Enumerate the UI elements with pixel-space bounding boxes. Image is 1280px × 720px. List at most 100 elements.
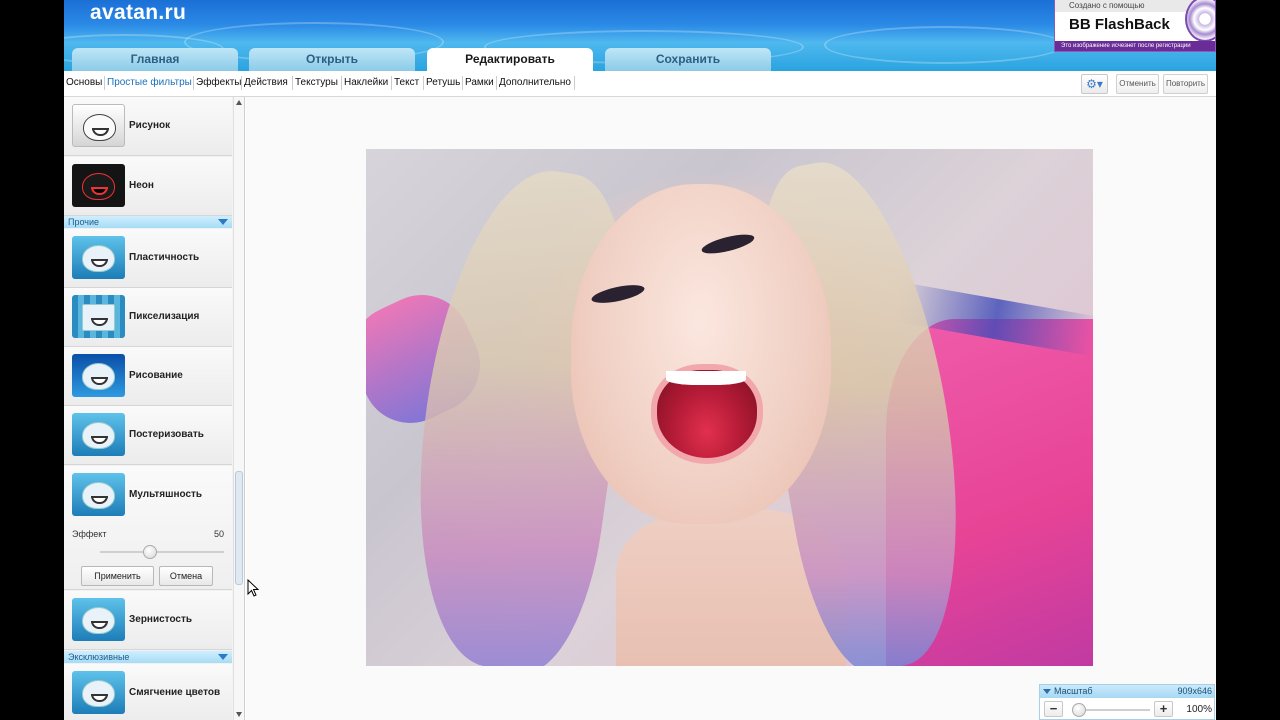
zoom-in-button[interactable]: + — [1154, 701, 1173, 717]
subtab-more[interactable]: Дополнительно — [499, 77, 571, 88]
filter-thumbnail — [72, 671, 125, 714]
shark-icon — [82, 363, 115, 390]
collapse-arrow-icon[interactable] — [1043, 689, 1051, 694]
filter-label: Пикселизация — [129, 311, 200, 322]
filter-label: Неон — [129, 180, 154, 191]
filter-label: Пластичность — [129, 252, 200, 263]
section-label: Эксклюзивные — [68, 652, 130, 662]
redo-button[interactable]: Повторить — [1163, 74, 1208, 94]
tab-save[interactable]: Сохранить — [605, 48, 771, 71]
tab-open[interactable]: Открыть — [249, 48, 415, 71]
divider — [104, 76, 105, 90]
filter-thumbnail — [72, 295, 125, 338]
shark-icon — [83, 114, 116, 141]
image-dimensions: 909x646 — [1177, 686, 1212, 696]
filters-sidebar: Рисунок Неон Прочие Пластичность Пиксели… — [64, 97, 245, 720]
sidebar-scrollbar[interactable] — [233, 97, 244, 720]
scroll-up-arrow-icon[interactable] — [236, 100, 242, 105]
filter-label: Смягчение цветов — [129, 687, 221, 698]
divider — [241, 76, 242, 90]
subtab-simple-filters[interactable]: Простые фильтры — [107, 77, 192, 88]
filter-thumbnail — [72, 354, 125, 397]
subtab-stickers[interactable]: Наклейки — [344, 77, 388, 88]
filter-item-plasticity[interactable]: Пластичность — [64, 229, 232, 288]
filter-label[interactable]: Мультяшность — [129, 489, 202, 500]
sub-toolbar: Основы Простые фильтры Эффекты Действия … — [64, 71, 1216, 97]
shark-icon — [82, 245, 115, 272]
filter-label: Рисование — [129, 370, 183, 381]
shark-icon — [82, 173, 115, 200]
effect-slider[interactable] — [100, 545, 224, 559]
shark-icon — [82, 304, 115, 331]
filter-thumbnail — [72, 104, 125, 147]
apply-button[interactable]: Применить — [81, 566, 154, 586]
tab-edit[interactable]: Редактировать — [427, 48, 593, 71]
subtab-frames[interactable]: Рамки — [465, 77, 494, 88]
filter-label: Рисунок — [129, 120, 171, 131]
zoom-slider-knob[interactable] — [1072, 703, 1086, 717]
scroll-down-arrow-icon[interactable] — [236, 712, 242, 717]
divider — [574, 76, 575, 90]
watermark-product-name: BB FlashBack — [1069, 16, 1170, 33]
gear-icon: ⚙▾ — [1086, 77, 1103, 91]
tab-home[interactable]: Главная — [72, 48, 238, 71]
collapse-arrow-icon — [218, 219, 228, 225]
divider — [341, 76, 342, 90]
divider — [193, 76, 194, 90]
subtab-effects[interactable]: Эффекты — [196, 77, 241, 88]
avatan-app: avatan.ru Главная Открыть Редактировать … — [64, 0, 1216, 720]
watermark-disc-icon — [1185, 0, 1215, 42]
section-label: Прочие — [68, 217, 100, 227]
shark-icon — [82, 422, 115, 449]
filter-thumbnail — [72, 236, 125, 279]
subtab-textures[interactable]: Текстуры — [295, 77, 338, 88]
zoom-percent: 100% — [1186, 704, 1212, 715]
subtab-retouch[interactable]: Ретушь — [426, 77, 460, 88]
collapse-arrow-icon — [218, 654, 228, 660]
filter-item-painting[interactable]: Рисование — [64, 347, 232, 406]
editor-canvas — [246, 97, 1216, 720]
scrollbar-thumb[interactable] — [235, 471, 243, 585]
filter-thumbnail — [72, 473, 125, 516]
divider — [462, 76, 463, 90]
filter-item-pixelate[interactable]: Пикселизация — [64, 288, 232, 347]
site-logo[interactable]: avatan.ru — [90, 1, 186, 25]
divider — [292, 76, 293, 90]
section-header-exclusive[interactable]: Эксклюзивные — [64, 651, 232, 663]
filter-item-cartoon-expanded: Мультяшность Эффект 50 Применить Отмена — [64, 466, 232, 590]
divider — [391, 76, 392, 90]
section-header-other[interactable]: Прочие — [64, 216, 232, 228]
effect-slider-knob[interactable] — [143, 545, 157, 559]
zoom-title: Масштаб — [1054, 686, 1093, 696]
water-ripple — [824, 26, 1064, 64]
filter-label: Зернистость — [129, 614, 193, 625]
effect-label: Эффект — [72, 529, 107, 539]
filter-thumbnail — [72, 598, 125, 641]
divider — [496, 76, 497, 90]
zoom-panel: Масштаб 909x646 − + 100% — [1039, 684, 1215, 720]
cancel-button[interactable]: Отмена — [159, 566, 213, 586]
filter-item-neon[interactable]: Неон — [64, 157, 232, 216]
filter-item-soften-colors[interactable]: Смягчение цветов — [64, 664, 232, 720]
filter-item-drawing[interactable]: Рисунок — [64, 97, 232, 156]
zoom-out-button[interactable]: − — [1044, 701, 1063, 717]
edited-photo[interactable] — [366, 149, 1093, 666]
subtab-actions[interactable]: Действия — [244, 77, 288, 88]
subtab-basics[interactable]: Основы — [66, 77, 102, 88]
shark-icon — [82, 482, 115, 509]
zoom-header: Масштаб 909x646 — [1040, 685, 1214, 698]
settings-button[interactable]: ⚙▾ — [1081, 74, 1108, 94]
filter-label: Постеризовать — [129, 429, 204, 440]
divider — [423, 76, 424, 90]
filter-thumbnail — [72, 413, 125, 456]
effect-value: 50 — [213, 529, 224, 539]
filter-item-grain[interactable]: Зернистость — [64, 591, 232, 650]
subtab-text[interactable]: Текст — [394, 77, 419, 88]
shark-icon — [82, 607, 115, 634]
bb-flashback-watermark: Создано с помощью BB FlashBack Это изобр… — [1054, 0, 1216, 52]
undo-button[interactable]: Отменить — [1116, 74, 1159, 94]
watermark-notice: Это изображение исчезнет после регистрац… — [1055, 41, 1215, 51]
filter-thumbnail — [72, 164, 125, 207]
filter-item-posterize[interactable]: Постеризовать — [64, 406, 232, 465]
header: avatan.ru Главная Открыть Редактировать … — [64, 0, 1216, 71]
